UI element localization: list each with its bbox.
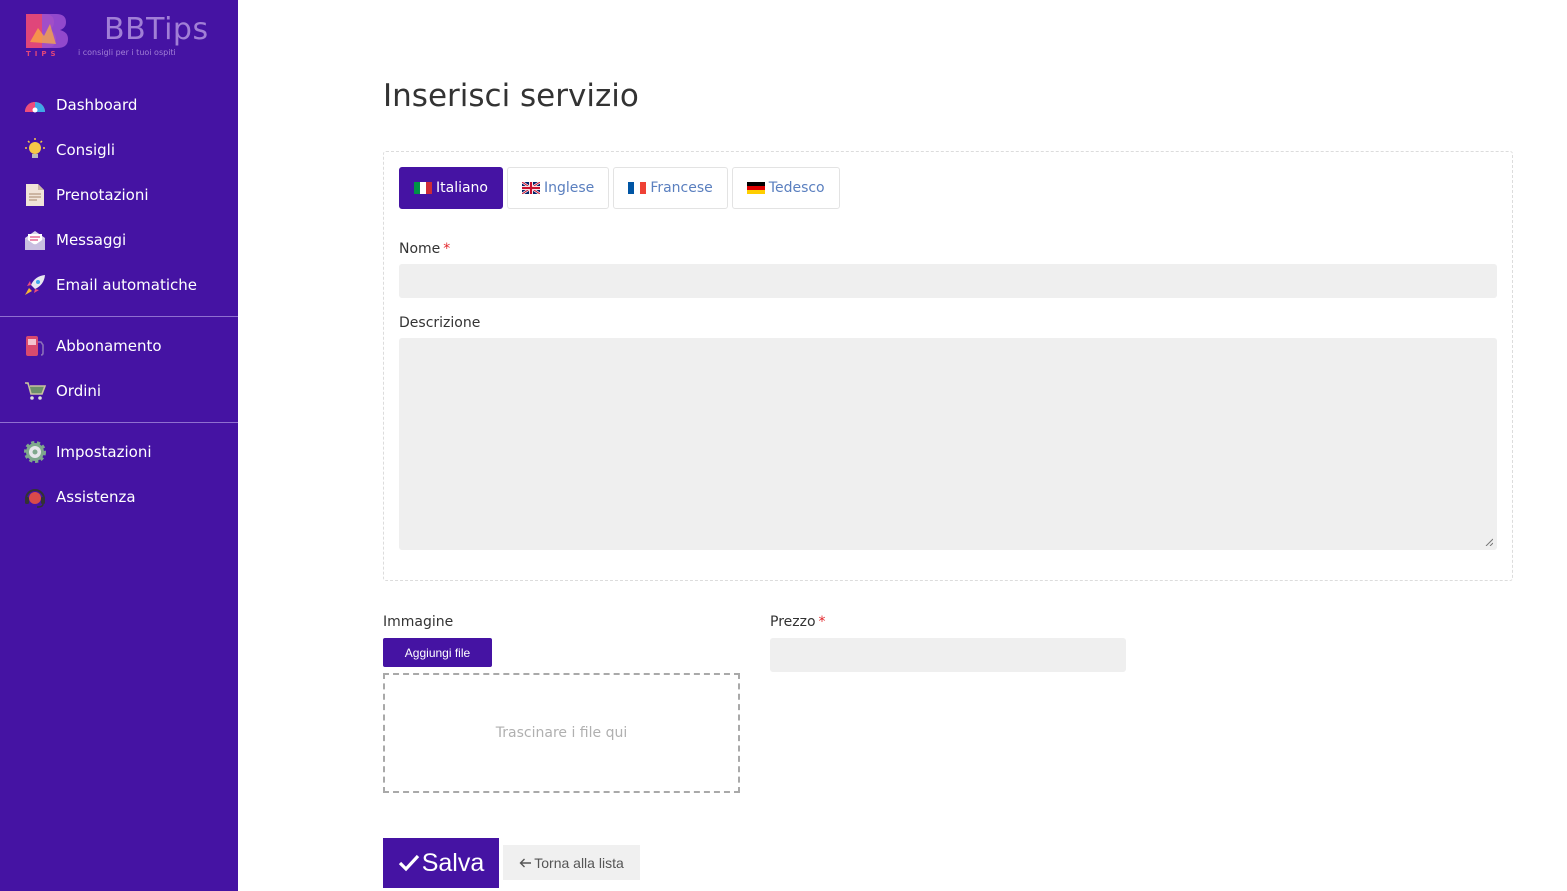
prezzo-label-text: Prezzo — [770, 614, 816, 630]
sidebar-item-label: Prenotazioni — [56, 185, 149, 204]
lightbulb-icon — [22, 137, 48, 163]
descrizione-textarea[interactable] — [399, 338, 1497, 550]
resize-handle-icon[interactable] — [1485, 538, 1493, 546]
sidebar-item-ordini[interactable]: Ordini — [0, 368, 238, 413]
brand-tagline: i consigli per i tuoi ospiti — [78, 48, 176, 57]
checkmark-icon — [398, 854, 419, 872]
sidebar-item-label: Assistenza — [56, 487, 136, 506]
tab-italiano[interactable]: Italiano — [399, 167, 503, 209]
logo-mark-icon — [26, 14, 68, 48]
sidebar-divider — [0, 422, 238, 423]
tab-francese[interactable]: Francese — [613, 167, 728, 209]
sidebar-item-label: Abbonamento — [56, 336, 162, 355]
brand-name: BBTips — [104, 12, 209, 47]
brand-tips-text: TIPS — [26, 50, 60, 58]
sidebar-item-label: Email automatiche — [56, 275, 197, 294]
back-button-label: Torna alla lista — [534, 854, 624, 871]
tab-label: Francese — [650, 180, 713, 196]
tab-label: Inglese — [544, 180, 595, 196]
language-panel: Italiano Inglese Francese Tedesco Nome * … — [383, 151, 1513, 581]
sidebar-item-label: Impostazioni — [56, 442, 152, 461]
arrow-left-icon — [519, 858, 532, 867]
language-tabs: Italiano Inglese Francese Tedesco — [399, 167, 840, 209]
sidebar-item-label: Ordini — [56, 381, 102, 400]
save-button-label: Salva — [421, 848, 485, 877]
add-file-button[interactable]: Aggiungi file — [383, 638, 492, 667]
gear-icon — [22, 439, 48, 465]
sidebar-item-email-automatiche[interactable]: Email automatiche — [0, 262, 238, 307]
uk-flag-icon — [522, 182, 540, 194]
fr-flag-icon — [628, 182, 647, 194]
brand-logo[interactable]: BBTips TIPS i consigli per i tuoi ospiti — [22, 12, 222, 62]
nome-label-text: Nome — [399, 241, 441, 257]
immagine-label: Immagine — [383, 614, 454, 630]
sidebar-item-abbonamento[interactable]: Abbonamento — [0, 323, 238, 368]
sidebar-item-label: Dashboard — [56, 95, 138, 114]
save-button[interactable]: Salva — [383, 838, 499, 888]
tab-label: Tedesco — [768, 180, 825, 196]
sidebar-divider — [0, 316, 238, 317]
tab-label: Italiano — [436, 180, 488, 196]
nome-label: Nome * — [399, 241, 450, 257]
sidebar-item-impostazioni[interactable]: Impostazioni — [0, 429, 238, 474]
sidebar-item-label: Consigli — [56, 140, 115, 159]
sidebar-item-messaggi[interactable]: Messaggi — [0, 217, 238, 262]
sidebar-item-dashboard[interactable]: Dashboard — [0, 82, 238, 127]
page-title: Inserisci servizio — [383, 78, 639, 114]
required-mark: * — [818, 614, 826, 630]
nome-input[interactable] — [399, 264, 1497, 298]
headset-icon — [22, 484, 48, 510]
nav-group-main: Dashboard Consigli Prenotazioni Messaggi… — [0, 82, 238, 307]
document-icon — [22, 182, 48, 208]
sidebar-item-prenotazioni[interactable]: Prenotazioni — [0, 172, 238, 217]
required-mark: * — [443, 241, 451, 257]
tab-tedesco[interactable]: Tedesco — [731, 167, 840, 209]
de-flag-icon — [746, 182, 765, 194]
it-flag-icon — [414, 182, 432, 194]
back-to-list-button[interactable]: Torna alla lista — [503, 845, 640, 880]
sidebar-item-assistenza[interactable]: Assistenza — [0, 474, 238, 519]
nav-group-account: Abbonamento Ordini — [0, 323, 238, 413]
rocket-icon — [22, 272, 48, 298]
gas-pump-icon — [22, 333, 48, 359]
gauge-icon — [22, 92, 48, 118]
tab-inglese[interactable]: Inglese — [507, 167, 610, 209]
prezzo-label: Prezzo * — [770, 614, 826, 630]
sidebar-item-consigli[interactable]: Consigli — [0, 127, 238, 172]
envelope-icon — [22, 227, 48, 253]
sidebar-item-label: Messaggi — [56, 230, 127, 249]
nav-group-support: Impostazioni Assistenza — [0, 429, 238, 519]
sidebar: BBTips TIPS i consigli per i tuoi ospiti… — [0, 0, 238, 891]
descrizione-label: Descrizione — [399, 315, 481, 331]
dropzone-text: Trascinare i file qui — [495, 725, 628, 741]
cart-icon — [22, 378, 48, 404]
file-dropzone[interactable]: Trascinare i file qui — [383, 673, 740, 793]
prezzo-input[interactable] — [770, 638, 1126, 672]
